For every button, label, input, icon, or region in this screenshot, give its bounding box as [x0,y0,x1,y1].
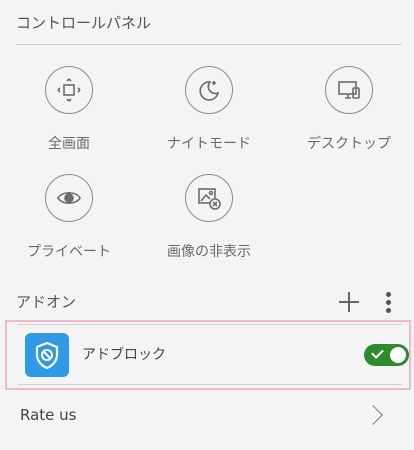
night-mode-label: ナイトモード [167,136,251,152]
adblock-label: アドブロック [82,347,166,363]
desktop-tile[interactable]: デスクトップ [294,66,404,153]
fullscreen-icon [45,66,93,114]
rate-us-label: Rate us [20,406,77,424]
private-tile[interactable]: プライベート [14,174,124,261]
hide-images-tile[interactable]: 画像の非表示 [154,174,264,261]
fullscreen-label: 全画面 [48,136,90,152]
divider [18,324,402,325]
add-addon-button[interactable] [336,289,362,315]
hide-images-label: 画像の非表示 [167,244,251,260]
private-eye-icon [45,174,93,222]
adblock-toggle[interactable] [364,344,409,366]
night-mode-tile[interactable]: ナイトモード [154,66,264,153]
desktop-icon [325,66,373,114]
rate-us-row[interactable]: Rate us [0,392,414,442]
night-mode-icon [185,66,233,114]
hide-images-icon [185,174,233,222]
adblock-shield-icon [25,333,69,377]
divider [18,384,402,385]
control-panel-title: コントロールパネル [16,14,152,32]
more-options-icon[interactable] [379,290,399,316]
divider [16,44,402,45]
private-label: プライベート [27,244,111,260]
chevron-right-icon [363,405,383,425]
desktop-label: デスクトップ [307,136,391,152]
addons-title: アドオン [16,293,77,311]
check-icon [371,346,384,359]
fullscreen-tile[interactable]: 全画面 [14,66,124,153]
